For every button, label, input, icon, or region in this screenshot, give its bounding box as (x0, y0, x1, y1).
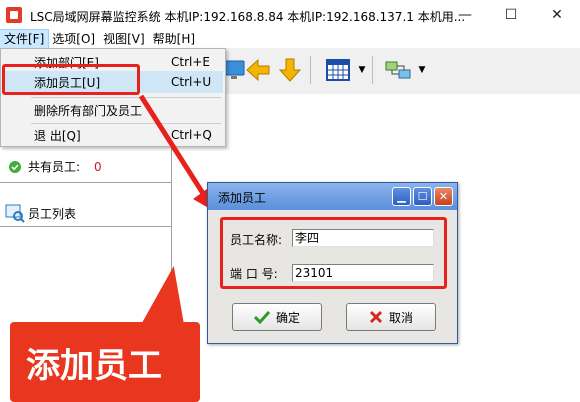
dialog-title-bar: 添加员工 ▁ ☐ ✕ (208, 183, 457, 210)
menu-delete-all[interactable]: 删除所有部门及员工 (3, 99, 223, 121)
ok-label: 确定 (275, 310, 300, 325)
calendar-grid-icon[interactable] (322, 54, 354, 86)
dialog-maximize-button[interactable]: ☐ (413, 187, 432, 206)
toolbar-separator (372, 56, 373, 84)
total-count: 0 (94, 159, 102, 174)
chevron-down-icon[interactable]: ▼ (416, 54, 428, 86)
employee-list-label: 员工列表 (28, 206, 77, 221)
highlight-box-menu (2, 64, 140, 95)
divider (0, 182, 172, 183)
menu-view[interactable]: 视图[V] (99, 30, 149, 48)
check-icon (253, 310, 270, 324)
callout-text: 添加员工 (26, 346, 162, 386)
employee-list-icon (5, 204, 25, 223)
menu-exit[interactable]: 退 出[Q] Ctrl+Q (3, 124, 223, 146)
menu-file[interactable]: 文件[F] (0, 29, 50, 49)
dialog-title: 添加员工 (218, 191, 267, 205)
cancel-label: 取消 (388, 310, 413, 325)
menu-bar: 文件[F] 选项[O] 视图[V] 帮助[H] (0, 29, 580, 49)
ok-button[interactable]: 确定 (232, 303, 322, 331)
chevron-down-icon[interactable]: ▼ (356, 54, 368, 86)
employee-list-item[interactable]: 员工列表 (4, 202, 76, 224)
menu-help[interactable]: 帮助[H] (149, 30, 199, 48)
arrow-down-icon[interactable] (274, 54, 306, 86)
menu-options[interactable]: 选项[O] (48, 30, 99, 48)
minimize-button[interactable]: — (442, 0, 488, 30)
highlight-box-fields (220, 217, 447, 289)
file-menu-dropdown: 添加部门[E] Ctrl+E 添加员工[U] Ctrl+U 删除所有部门及员工 … (0, 48, 226, 147)
network-switch-icon[interactable] (382, 54, 414, 86)
maximize-button[interactable]: ☐ (488, 0, 534, 30)
arrow-left-icon[interactable] (242, 54, 274, 86)
total-label: 共有员工: (28, 160, 81, 174)
check-circle-icon (9, 160, 21, 173)
close-button[interactable]: ✕ (534, 0, 580, 30)
dialog-minimize-button[interactable]: ▁ (392, 187, 411, 206)
add-employee-dialog: 添加员工 ▁ ☐ ✕ 员工名称: 李四 端 口 号: 23101 确定 取消 (207, 182, 458, 344)
menu-separator (31, 97, 221, 98)
window-title: LSC局域网屏幕监控系统 本机IP:192.168.8.84 本机IP:192.… (30, 10, 466, 24)
divider (0, 226, 172, 227)
employee-total: 共有员工: 0 (8, 158, 102, 175)
title-bar: LSC局域网屏幕监控系统 本机IP:192.168.8.84 本机IP:192.… (0, 0, 580, 30)
toolbar-separator (310, 56, 311, 84)
app-icon (6, 7, 22, 23)
cross-icon (369, 310, 383, 324)
dialog-close-button[interactable]: ✕ (434, 187, 453, 206)
cancel-button[interactable]: 取消 (346, 303, 436, 331)
